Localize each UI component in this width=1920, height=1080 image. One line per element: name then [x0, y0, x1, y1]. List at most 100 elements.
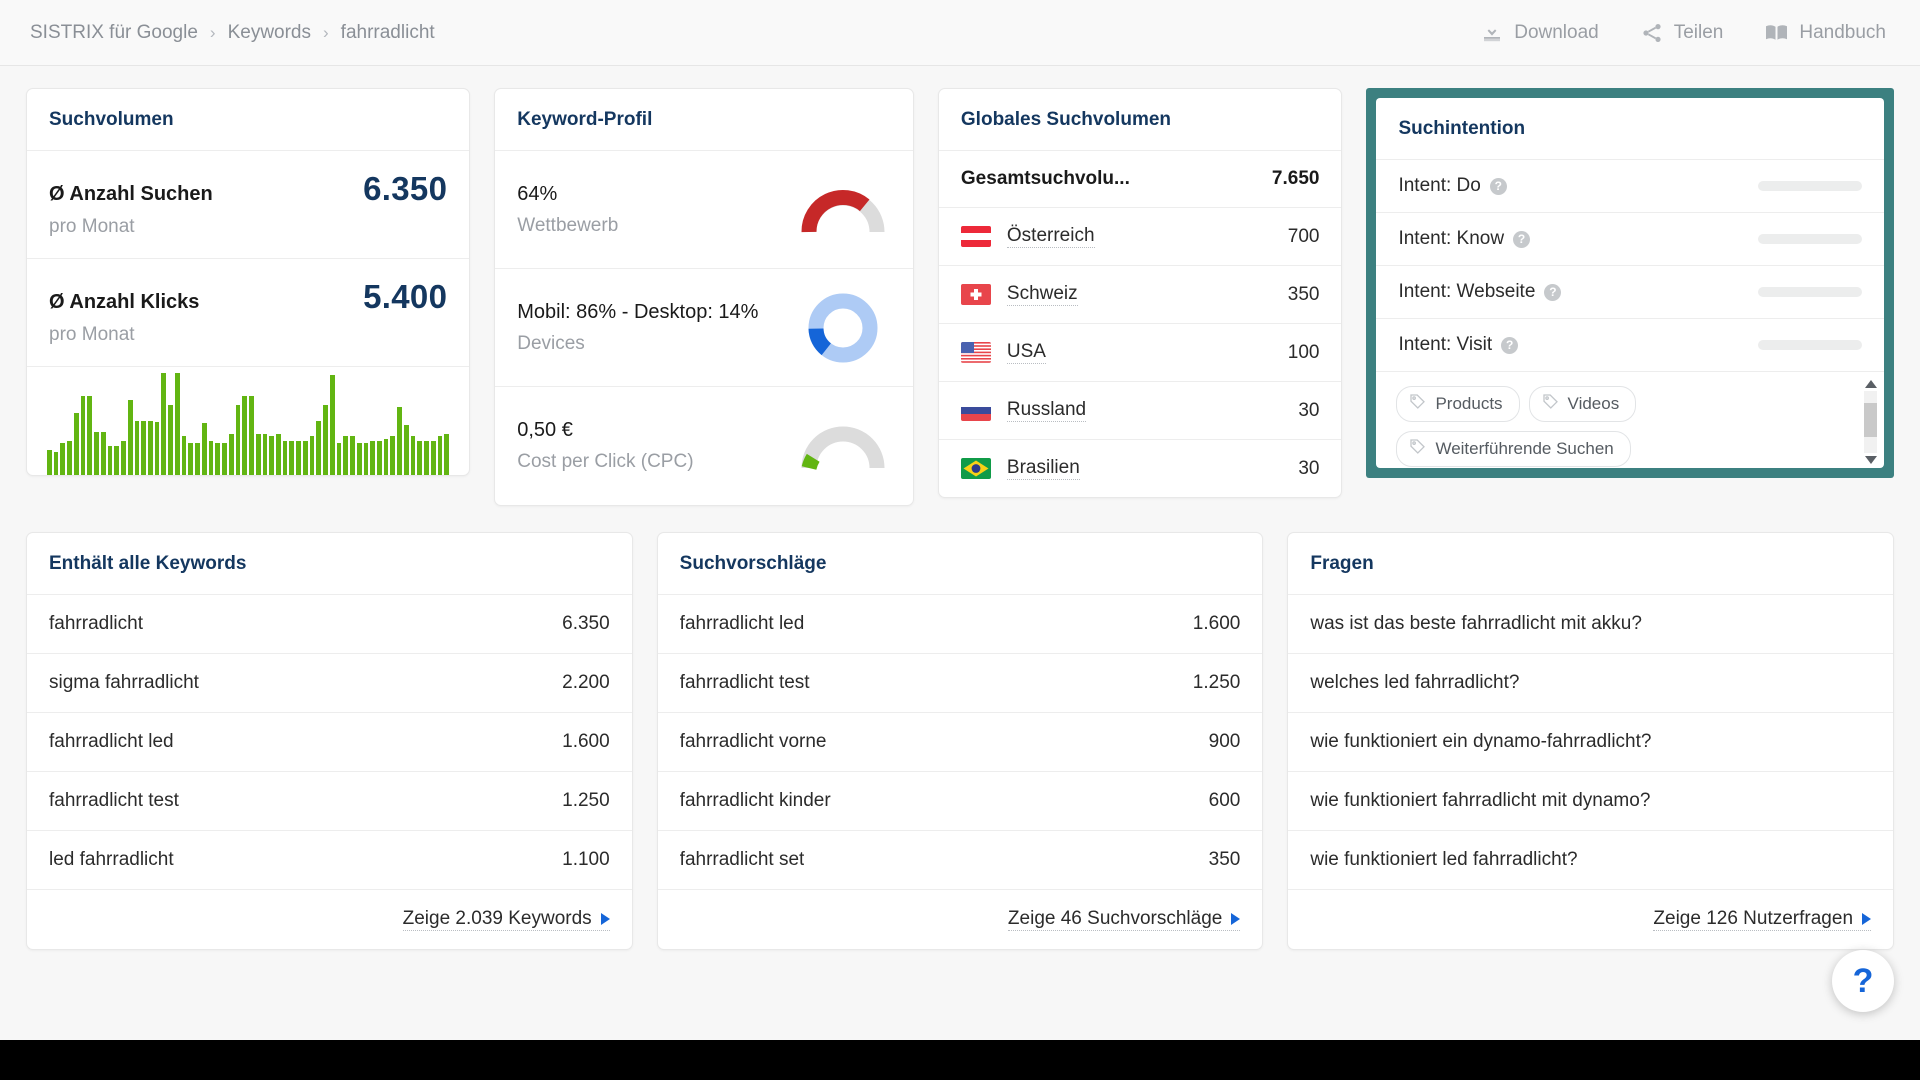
country-cell: USA: [960, 341, 1046, 364]
table-row[interactable]: wie funktioniert fahrradlicht mit dynamo…: [1288, 772, 1894, 831]
suggestion-value: 600: [1208, 790, 1241, 811]
handbook-button[interactable]: Handbuch: [1765, 22, 1886, 44]
table-row[interactable]: Schweiz 350: [938, 266, 1342, 324]
keyword-value: 1.100: [562, 849, 610, 870]
metric-label: Ø Anzahl Klicks: [49, 291, 200, 313]
suggestion-value: 900: [1208, 731, 1241, 752]
show-more-keywords-link[interactable]: Zeige 2.039 Keywords: [402, 908, 610, 931]
sparkline-bar: [134, 420, 140, 475]
question-label: welches led fahrradlicht?: [1310, 672, 1520, 693]
tags-scrollbar[interactable]: [1864, 380, 1878, 464]
intent-feature-tags-area: Products Videos Weiterführende Suchen: [1376, 372, 1884, 468]
sparkline-bar: [215, 443, 221, 475]
breadcrumb-item-current: fahrradlicht: [340, 21, 435, 43]
intent-progress-bar: [1757, 181, 1862, 191]
scrollbar-track[interactable]: [1864, 391, 1878, 453]
country-name: Brasilien: [1006, 457, 1080, 480]
suggestion-label: fahrradlicht kinder: [679, 790, 831, 811]
card-title-search-volume: Suchvolumen: [27, 89, 470, 151]
show-more-label: Zeige 126 Nutzerfragen: [1653, 908, 1854, 929]
keyword-label: fahrradlicht test: [49, 790, 179, 811]
sparkline-bar: [161, 373, 167, 475]
suggestion-label: fahrradlicht led: [679, 613, 805, 634]
tag-label: Products: [1435, 394, 1503, 413]
sparkline-bar: [302, 441, 308, 475]
keyword-value: 2.200: [562, 672, 610, 693]
sparkline-bar: [148, 420, 153, 475]
breadcrumb-item-keywords[interactable]: Keywords: [228, 22, 311, 44]
table-row[interactable]: fahrradlicht led 1.600: [657, 595, 1263, 654]
table-row[interactable]: fahrradlicht test 1.250: [27, 772, 632, 831]
table-row[interactable]: welches led fahrradlicht?: [1288, 654, 1894, 713]
caret-right-icon: [1231, 913, 1241, 925]
competition-label: Wettbewerb: [517, 214, 619, 236]
tag-label: Videos: [1567, 394, 1620, 413]
download-button[interactable]: Download: [1481, 22, 1599, 44]
tag-products[interactable]: Products: [1396, 386, 1520, 422]
sparkline-bar: [316, 420, 322, 475]
table-row[interactable]: fahrradlicht kinder 600: [657, 772, 1263, 831]
tag-icon: [1409, 438, 1426, 460]
scroll-down-arrow-icon[interactable]: [1864, 456, 1877, 464]
intent-label-group: Intent: Know ?: [1398, 228, 1531, 250]
breadcrumb: SISTRIX für Google › Keywords › fahrradl…: [30, 22, 435, 44]
table-row[interactable]: fahrradlicht vorne 900: [657, 713, 1263, 772]
show-more-suggestions-link[interactable]: Zeige 46 Suchvorschläge: [1007, 908, 1241, 931]
country-name: Schweiz: [1006, 283, 1078, 306]
sparkline-bar: [121, 441, 126, 475]
download-icon: [1481, 22, 1503, 44]
bottom-black-strip: [0, 1040, 1920, 1080]
table-row[interactable]: sigma fahrradlicht 2.200: [27, 654, 632, 713]
tag-weiterfuehrende-suchen[interactable]: Weiterführende Suchen: [1396, 431, 1631, 467]
help-fab-button[interactable]: ?: [1832, 950, 1894, 1012]
table-row[interactable]: wie funktioniert led fahrradlicht?: [1288, 831, 1894, 890]
table-row[interactable]: USA 100: [938, 324, 1342, 382]
flag-br-icon: [960, 458, 991, 479]
card-footer: Zeige 126 Nutzerfragen: [1288, 890, 1893, 949]
intent-row-know: Intent: Know ?: [1376, 213, 1884, 266]
help-icon[interactable]: ?: [1489, 177, 1507, 195]
table-row[interactable]: fahrradlicht set 350: [657, 831, 1263, 890]
sparkline-bar: [87, 395, 93, 475]
sparkline-bar: [424, 441, 429, 475]
flag-ch-icon: [960, 284, 991, 305]
book-icon: [1765, 23, 1788, 43]
sparkline-bar: [397, 407, 402, 475]
table-row[interactable]: fahrradlicht test 1.250: [657, 654, 1263, 713]
suggestion-value: 1.600: [1192, 613, 1241, 634]
help-icon[interactable]: ?: [1501, 336, 1519, 354]
country-cell: Brasilien: [960, 457, 1080, 480]
help-icon[interactable]: ?: [1544, 283, 1562, 301]
table-row[interactable]: fahrradlicht 6.350: [27, 595, 632, 654]
breadcrumb-item-root[interactable]: SISTRIX für Google: [30, 22, 198, 44]
table-row[interactable]: wie funktioniert ein dynamo-fahrradlicht…: [1288, 713, 1894, 772]
table-row[interactable]: Russland 30: [938, 382, 1342, 440]
show-more-label: Zeige 46 Suchvorschläge: [1007, 908, 1223, 929]
app-page: SISTRIX für Google › Keywords › fahrradl…: [0, 0, 1920, 1080]
table-row[interactable]: Österreich 700: [938, 208, 1342, 266]
scroll-up-arrow-icon[interactable]: [1864, 380, 1877, 388]
card-contains-keywords: Enthält alle Keywords fahrradlicht 6.350…: [26, 532, 633, 950]
help-icon[interactable]: ?: [1513, 230, 1531, 248]
share-button[interactable]: Teilen: [1641, 22, 1723, 44]
table-row[interactable]: Brasilien 30: [939, 440, 1342, 497]
show-more-questions-link[interactable]: Zeige 126 Nutzerfragen: [1653, 908, 1872, 931]
gauge-green-icon: [797, 411, 889, 481]
table-row[interactable]: was ist das beste fahrradlicht mit akku?: [1288, 595, 1894, 654]
sparkline-bar: [195, 443, 200, 475]
table-row[interactable]: led fahrradlicht 1.100: [27, 831, 632, 890]
sparkline-bar: [168, 404, 173, 475]
metric-average-searches: Ø Anzahl Suchen 6.350 pro Monat: [27, 151, 470, 259]
cards-row-top: Suchvolumen Ø Anzahl Suchen 6.350 pro Mo…: [26, 88, 1894, 506]
scrollbar-thumb[interactable]: [1864, 403, 1878, 437]
question-label: was ist das beste fahrradlicht mit akku?: [1310, 613, 1642, 634]
sparkline-bar: [343, 436, 349, 475]
devices-value: Mobil: 86% - Desktop: 14%: [517, 300, 759, 323]
sparkline-bar: [228, 434, 234, 475]
tag-icon: [1542, 393, 1559, 415]
sparkline-bar: [282, 441, 288, 475]
sparkline-bar: [370, 441, 375, 475]
card-footer: Zeige 46 Suchvorschläge: [658, 890, 1263, 949]
table-row[interactable]: fahrradlicht led 1.600: [27, 713, 632, 772]
tag-videos[interactable]: Videos: [1528, 386, 1637, 422]
